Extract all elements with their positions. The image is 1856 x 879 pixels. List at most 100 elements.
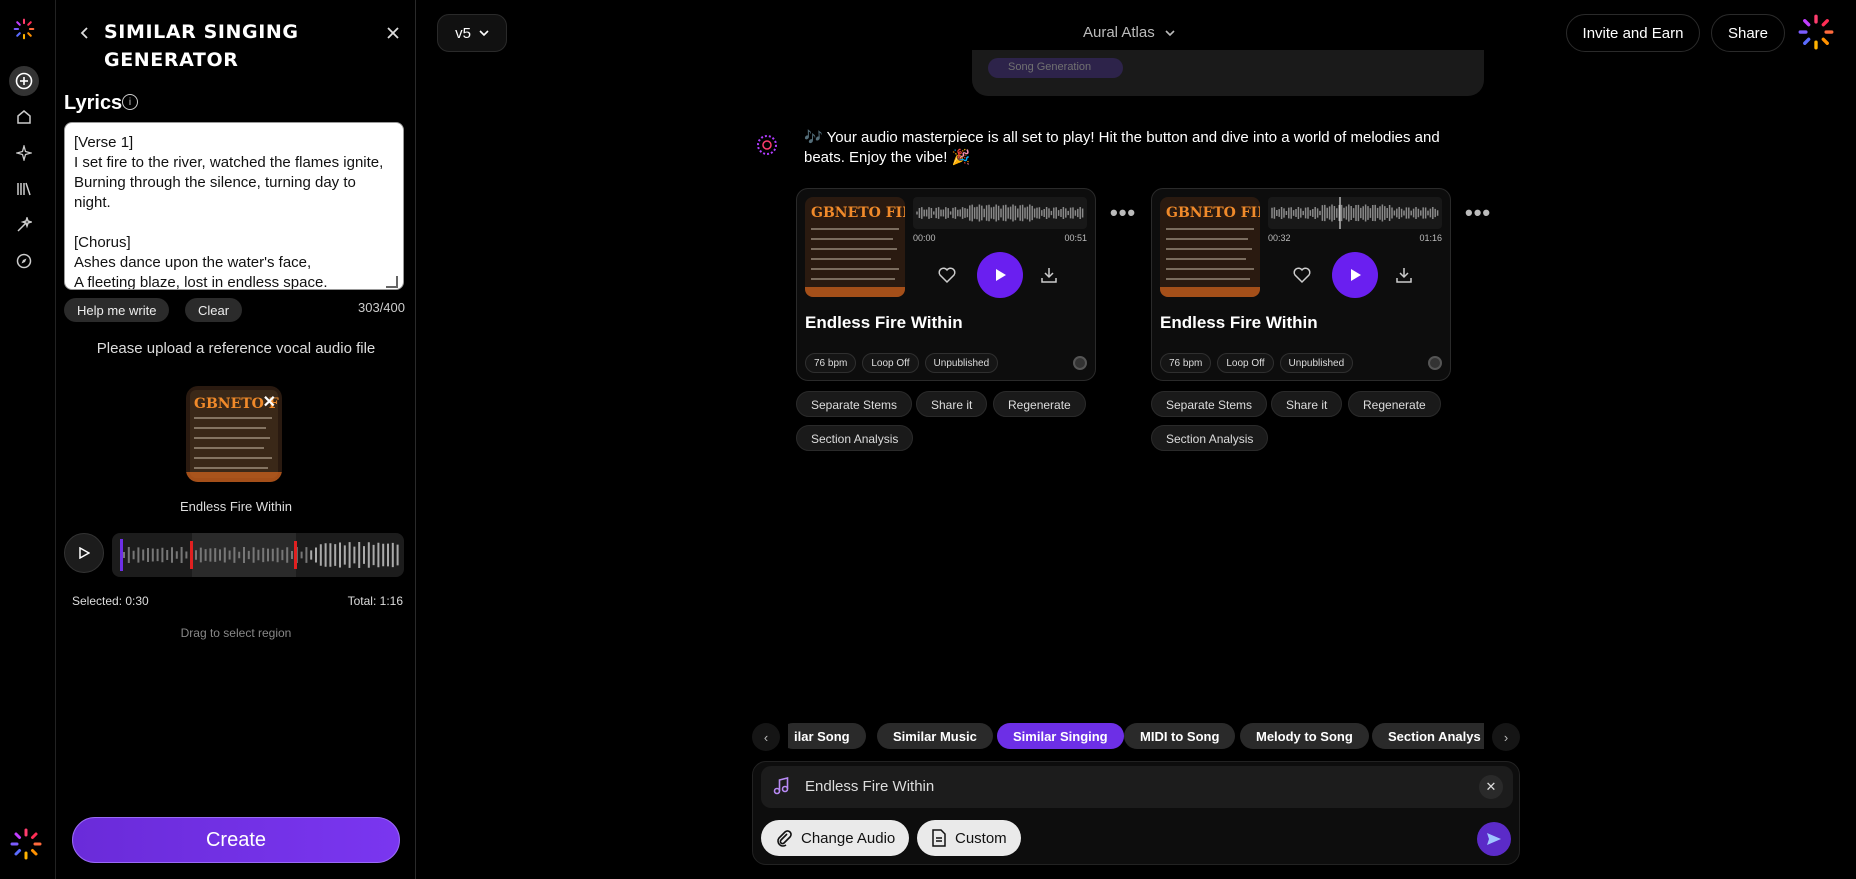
download-icon[interactable] (1394, 265, 1414, 285)
select-radio[interactable] (1073, 356, 1087, 370)
song-title: Endless Fire Within (805, 313, 963, 332)
song-title: Endless Fire Within (1160, 313, 1318, 332)
remove-audio-icon[interactable]: ✕ (263, 392, 276, 412)
play-button[interactable] (977, 252, 1023, 298)
bot-avatar (756, 134, 778, 156)
tab-similar-song[interactable]: ilar Song (788, 723, 866, 749)
bpm-tag: 76 bpm (1160, 353, 1212, 373)
svg-text:GBNETO FIRE: GBNETO FIRE (1166, 205, 1260, 221)
sparkle-icon[interactable] (13, 142, 35, 164)
select-radio[interactable] (1428, 356, 1442, 370)
panel-header: SIMILAR SINGING GENERATOR (56, 18, 416, 78)
info-icon[interactable]: i (122, 94, 138, 110)
song-cover[interactable]: GBNETO FIRE (805, 197, 905, 297)
share-button[interactable]: Share (1711, 14, 1785, 52)
heart-icon[interactable] (937, 265, 957, 285)
selected-duration: Selected: 0:30 (72, 594, 149, 608)
mode-pill-strip: ilar Song Similar Music Similar Singing … (788, 723, 1484, 751)
reference-waveform[interactable] (112, 533, 404, 577)
loop-tag[interactable]: Loop Off (862, 353, 919, 373)
regenerate-button[interactable]: Regenerate (993, 391, 1086, 417)
more-options-icon[interactable]: ••• (1110, 200, 1136, 226)
char-count: 303/400 (358, 300, 405, 315)
change-audio-label: Change Audio (801, 829, 896, 847)
time-end: 01:16 (1419, 233, 1442, 243)
total-duration: Total: 1:16 (347, 594, 403, 608)
assistant-message: 🎶 Your audio masterpiece is all set to p… (804, 129, 1440, 166)
paperclip-icon (777, 830, 792, 847)
separate-stems-button[interactable]: Separate Stems (1151, 391, 1268, 417)
version-select[interactable]: v5 (437, 14, 507, 52)
song-waveform[interactable] (1268, 197, 1442, 229)
heart-icon[interactable] (1292, 265, 1312, 285)
chevron-down-icon (1165, 29, 1175, 36)
reference-song-title: Endless Fire Within (180, 499, 292, 514)
invite-and-earn-button[interactable]: Invite and Earn (1566, 14, 1700, 52)
composer: Endless Fire Within ✕ Change Audio Custo… (752, 761, 1520, 865)
bpm-tag: 76 bpm (805, 353, 857, 373)
drag-hint: Drag to select region (180, 626, 292, 640)
similar-singing-panel: SIMILAR SINGING GENERATOR Lyrics i [Vers… (56, 0, 416, 879)
song-tags: 76 bpm Loop Off Unpublished (805, 353, 999, 373)
clear-button[interactable]: Clear (185, 298, 243, 322)
time-end: 00:51 (1064, 233, 1087, 243)
back-icon[interactable] (74, 22, 96, 44)
song-card: GBNETO FIRE 00:00 00:51 Endless Fire Wit… (796, 188, 1096, 381)
section-analysis-button[interactable]: Section Analysis (796, 425, 914, 451)
panel-title: SIMILAR SINGING GENERATOR (104, 21, 299, 71)
profile-logo-icon[interactable] (10, 828, 42, 860)
compass-icon[interactable] (13, 250, 35, 272)
tab-similar-singing[interactable]: Similar Singing (997, 723, 1124, 749)
project-name: Aural Atlas (1083, 24, 1155, 41)
loop-tag[interactable]: Loop Off (1217, 353, 1274, 373)
regenerate-button[interactable]: Regenerate (1348, 391, 1441, 417)
share-it-button[interactable]: Share it (1271, 391, 1343, 417)
tab-midi-to-song[interactable]: MIDI to Song (1124, 723, 1236, 749)
reference-audio-thumbnail: GBNETO F ✕ (186, 386, 282, 482)
section-analysis-button[interactable]: Section Analysis (1151, 425, 1269, 451)
change-audio-button[interactable]: Change Audio (761, 820, 910, 856)
close-icon[interactable] (382, 22, 404, 44)
play-button[interactable] (1332, 252, 1378, 298)
publish-status-tag: Unpublished (1279, 353, 1354, 373)
custom-label: Custom (955, 829, 1007, 847)
tab-melody-to-song[interactable]: Melody to Song (1240, 723, 1369, 749)
song-tags: 76 bpm Loop Off Unpublished (1160, 353, 1354, 373)
upload-message: Please upload a reference vocal audio fi… (96, 340, 376, 357)
chevron-right-icon[interactable]: › (1492, 723, 1520, 751)
time-start: 00:32 (1268, 233, 1291, 243)
project-select[interactable]: Aural Atlas (1083, 24, 1175, 41)
play-reference-button[interactable] (64, 533, 104, 573)
tab-similar-music[interactable]: Similar Music (877, 723, 993, 749)
song-card: GBNETO FIRE 00:32 01:16 Endless Fire Wit… (1151, 188, 1451, 381)
previous-message-card: Song Generation (972, 50, 1484, 96)
lyrics-textarea[interactable]: [Verse 1] I set fire to the river, watch… (64, 122, 404, 290)
logo-icon[interactable] (13, 18, 35, 40)
remove-attachment-icon[interactable]: ✕ (1479, 775, 1503, 799)
send-icon (1487, 833, 1501, 845)
share-it-button[interactable]: Share it (916, 391, 988, 417)
create-icon[interactable] (9, 66, 39, 96)
library-icon[interactable] (13, 178, 35, 200)
create-button[interactable]: Create (72, 817, 400, 863)
tools-icon[interactable] (13, 214, 35, 236)
resize-handle[interactable] (386, 276, 398, 288)
attached-audio: Endless Fire Within ✕ (761, 766, 1513, 808)
previous-mode-chip: Song Generation (988, 58, 1123, 78)
avatar[interactable] (1798, 14, 1834, 50)
help-me-write-button[interactable]: Help me write (64, 298, 170, 322)
download-icon[interactable] (1039, 265, 1059, 285)
publish-status-tag: Unpublished (924, 353, 999, 373)
chevron-left-icon[interactable]: ‹ (752, 723, 780, 751)
send-button[interactable] (1477, 822, 1511, 856)
home-icon[interactable] (13, 106, 35, 128)
tab-section-analysis[interactable]: Section Analys (1372, 723, 1484, 749)
song-waveform[interactable] (913, 197, 1087, 229)
separate-stems-button[interactable]: Separate Stems (796, 391, 913, 417)
more-options-icon[interactable]: ••• (1465, 200, 1491, 226)
svg-text:GBNETO FIRE: GBNETO FIRE (811, 205, 905, 221)
song-cover[interactable]: GBNETO FIRE (1160, 197, 1260, 297)
custom-button[interactable]: Custom (917, 820, 1021, 856)
mode-tabs: ‹ ilar Song Similar Music Similar Singin… (752, 721, 1520, 753)
lyrics-label: Lyrics (64, 92, 123, 114)
